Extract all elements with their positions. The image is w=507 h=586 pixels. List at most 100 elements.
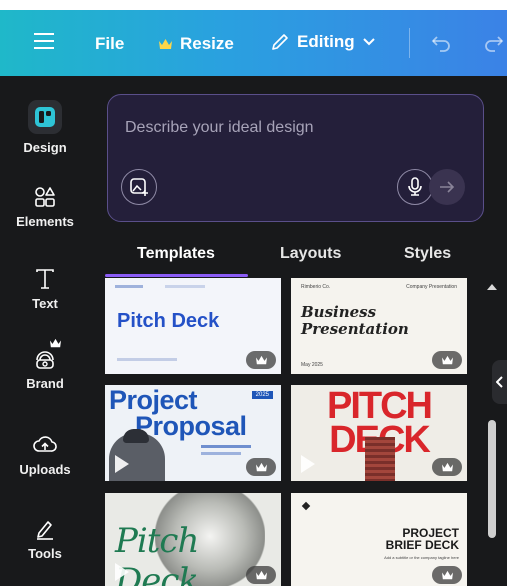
crown-icon bbox=[50, 338, 61, 348]
template-grid: Pitch Deck Rimberio Co. Company Presenta… bbox=[105, 278, 467, 586]
add-image-button[interactable] bbox=[121, 169, 157, 205]
video-play-icon bbox=[115, 455, 129, 473]
brand-icon bbox=[36, 351, 54, 369]
premium-badge bbox=[432, 458, 462, 476]
sidebar-item-design[interactable]: Design bbox=[0, 100, 90, 155]
premium-badge bbox=[432, 566, 462, 584]
elements-icon bbox=[35, 187, 55, 207]
editing-mode-dropdown[interactable]: Editing bbox=[270, 32, 376, 52]
brand-icon-wrap bbox=[28, 338, 62, 370]
card-text-line bbox=[201, 452, 241, 455]
tab-templates[interactable]: Templates bbox=[137, 245, 215, 263]
hamburger-icon bbox=[34, 33, 54, 49]
describe-design-input[interactable] bbox=[125, 115, 465, 141]
chevron-down-icon bbox=[362, 38, 375, 46]
undo-button[interactable] bbox=[431, 34, 451, 52]
video-play-icon bbox=[301, 455, 315, 473]
uploads-icon bbox=[33, 436, 57, 452]
pencil-icon bbox=[272, 34, 288, 50]
sidebar-item-label: Tools bbox=[28, 546, 62, 561]
ai-prompt-box bbox=[107, 94, 484, 222]
premium-badge bbox=[246, 566, 276, 584]
crown-icon bbox=[255, 462, 267, 471]
top-bar: File Resize Editing bbox=[0, 10, 507, 76]
template-title-line2: Presentation bbox=[301, 320, 409, 338]
collapse-panel-handle[interactable] bbox=[492, 360, 507, 404]
template-footer: May 2025 bbox=[301, 362, 323, 368]
sidebar-item-label: Elements bbox=[16, 214, 74, 229]
template-title: Pitch Deck bbox=[117, 310, 220, 332]
template-photo-detail bbox=[123, 429, 149, 443]
arrow-right-icon bbox=[440, 181, 455, 193]
card-footer-line bbox=[117, 358, 177, 361]
submit-prompt-button[interactable] bbox=[429, 169, 465, 205]
crown-icon bbox=[441, 462, 453, 471]
microphone-icon bbox=[408, 177, 422, 196]
file-menu-button[interactable]: File bbox=[95, 34, 124, 54]
sidebar-item-label: Design bbox=[23, 140, 67, 155]
template-card-pitch-deck-script[interactable]: Pitch Deck bbox=[105, 493, 281, 586]
sidebar-item-label: Text bbox=[32, 296, 58, 311]
tab-styles[interactable]: Styles bbox=[404, 245, 451, 263]
premium-badge bbox=[246, 351, 276, 369]
tab-layouts[interactable]: Layouts bbox=[280, 245, 341, 263]
text-icon bbox=[36, 269, 54, 289]
tools-icon bbox=[37, 521, 53, 540]
editing-label: Editing bbox=[297, 32, 355, 51]
template-title: Business Presentation bbox=[301, 304, 409, 338]
crown-icon bbox=[441, 355, 453, 364]
template-title-line2: BRIEF DECK bbox=[385, 538, 459, 552]
template-card-pitch-deck[interactable]: Pitch Deck bbox=[105, 278, 281, 374]
template-logo-mark bbox=[301, 501, 311, 511]
left-sidebar: Design Elements Text Brand Uploads Tools bbox=[0, 76, 90, 586]
voice-input-button[interactable] bbox=[397, 169, 433, 205]
card-header-line bbox=[115, 285, 143, 288]
template-title-line1: Project bbox=[109, 385, 198, 415]
sidebar-item-tools[interactable]: Tools bbox=[0, 518, 90, 561]
sidebar-item-label: Uploads bbox=[19, 462, 71, 477]
menu-button[interactable] bbox=[34, 32, 54, 50]
card-header-line bbox=[165, 285, 205, 288]
template-title: PROJECT BRIEF DECK bbox=[386, 527, 459, 551]
crown-icon bbox=[441, 570, 453, 579]
template-title-line1: Business bbox=[301, 303, 377, 321]
template-card-project-brief-deck[interactable]: PROJECT BRIEF DECK Add a subtitle or the… bbox=[291, 493, 467, 586]
template-card-business-presentation[interactable]: Rimberio Co. Company Presentation Busine… bbox=[291, 278, 467, 374]
scrollbar-thumb[interactable] bbox=[488, 420, 496, 538]
design-icon-box bbox=[28, 100, 62, 134]
scroll-up-arrow-icon[interactable] bbox=[486, 282, 498, 292]
undo-icon bbox=[431, 36, 450, 52]
template-title-line1: PITCH bbox=[327, 385, 433, 427]
template-card-project-proposal[interactable]: Project Proposal 2025 bbox=[105, 385, 281, 481]
sidebar-item-text[interactable]: Text bbox=[0, 268, 90, 311]
template-subtitle: Add a subtitle or the company tagline he… bbox=[384, 555, 459, 560]
template-header-right: Company Presentation bbox=[406, 284, 457, 290]
panel-tabs: Templates Layouts Styles bbox=[105, 240, 485, 278]
resize-label: Resize bbox=[180, 34, 234, 53]
card-text-line bbox=[201, 445, 251, 448]
add-image-icon bbox=[130, 178, 148, 196]
crown-icon bbox=[255, 570, 267, 579]
toolbar-divider bbox=[409, 28, 410, 58]
sidebar-item-uploads[interactable]: Uploads bbox=[0, 434, 90, 477]
template-card-pitch-deck-red[interactable]: PITCH DECK bbox=[291, 385, 467, 481]
premium-badge bbox=[432, 351, 462, 369]
template-year-badge: 2025 bbox=[251, 391, 273, 399]
sidebar-item-brand[interactable]: Brand bbox=[0, 338, 90, 391]
sidebar-item-elements[interactable]: Elements bbox=[0, 186, 90, 229]
crown-icon bbox=[159, 38, 172, 49]
panel-scrollbar[interactable] bbox=[486, 278, 498, 586]
crown-icon bbox=[255, 355, 267, 364]
redo-icon bbox=[485, 36, 504, 52]
chevron-left-icon bbox=[495, 376, 503, 388]
template-building-image bbox=[365, 437, 395, 481]
active-tab-indicator bbox=[105, 274, 248, 277]
redo-button[interactable] bbox=[484, 34, 504, 52]
template-header-left: Rimberio Co. bbox=[301, 284, 331, 290]
resize-button[interactable]: Resize bbox=[158, 34, 234, 54]
sidebar-item-label: Brand bbox=[26, 376, 64, 391]
video-play-icon bbox=[115, 563, 129, 581]
design-icon bbox=[35, 107, 55, 127]
file-label: File bbox=[95, 34, 125, 53]
premium-badge bbox=[246, 458, 276, 476]
